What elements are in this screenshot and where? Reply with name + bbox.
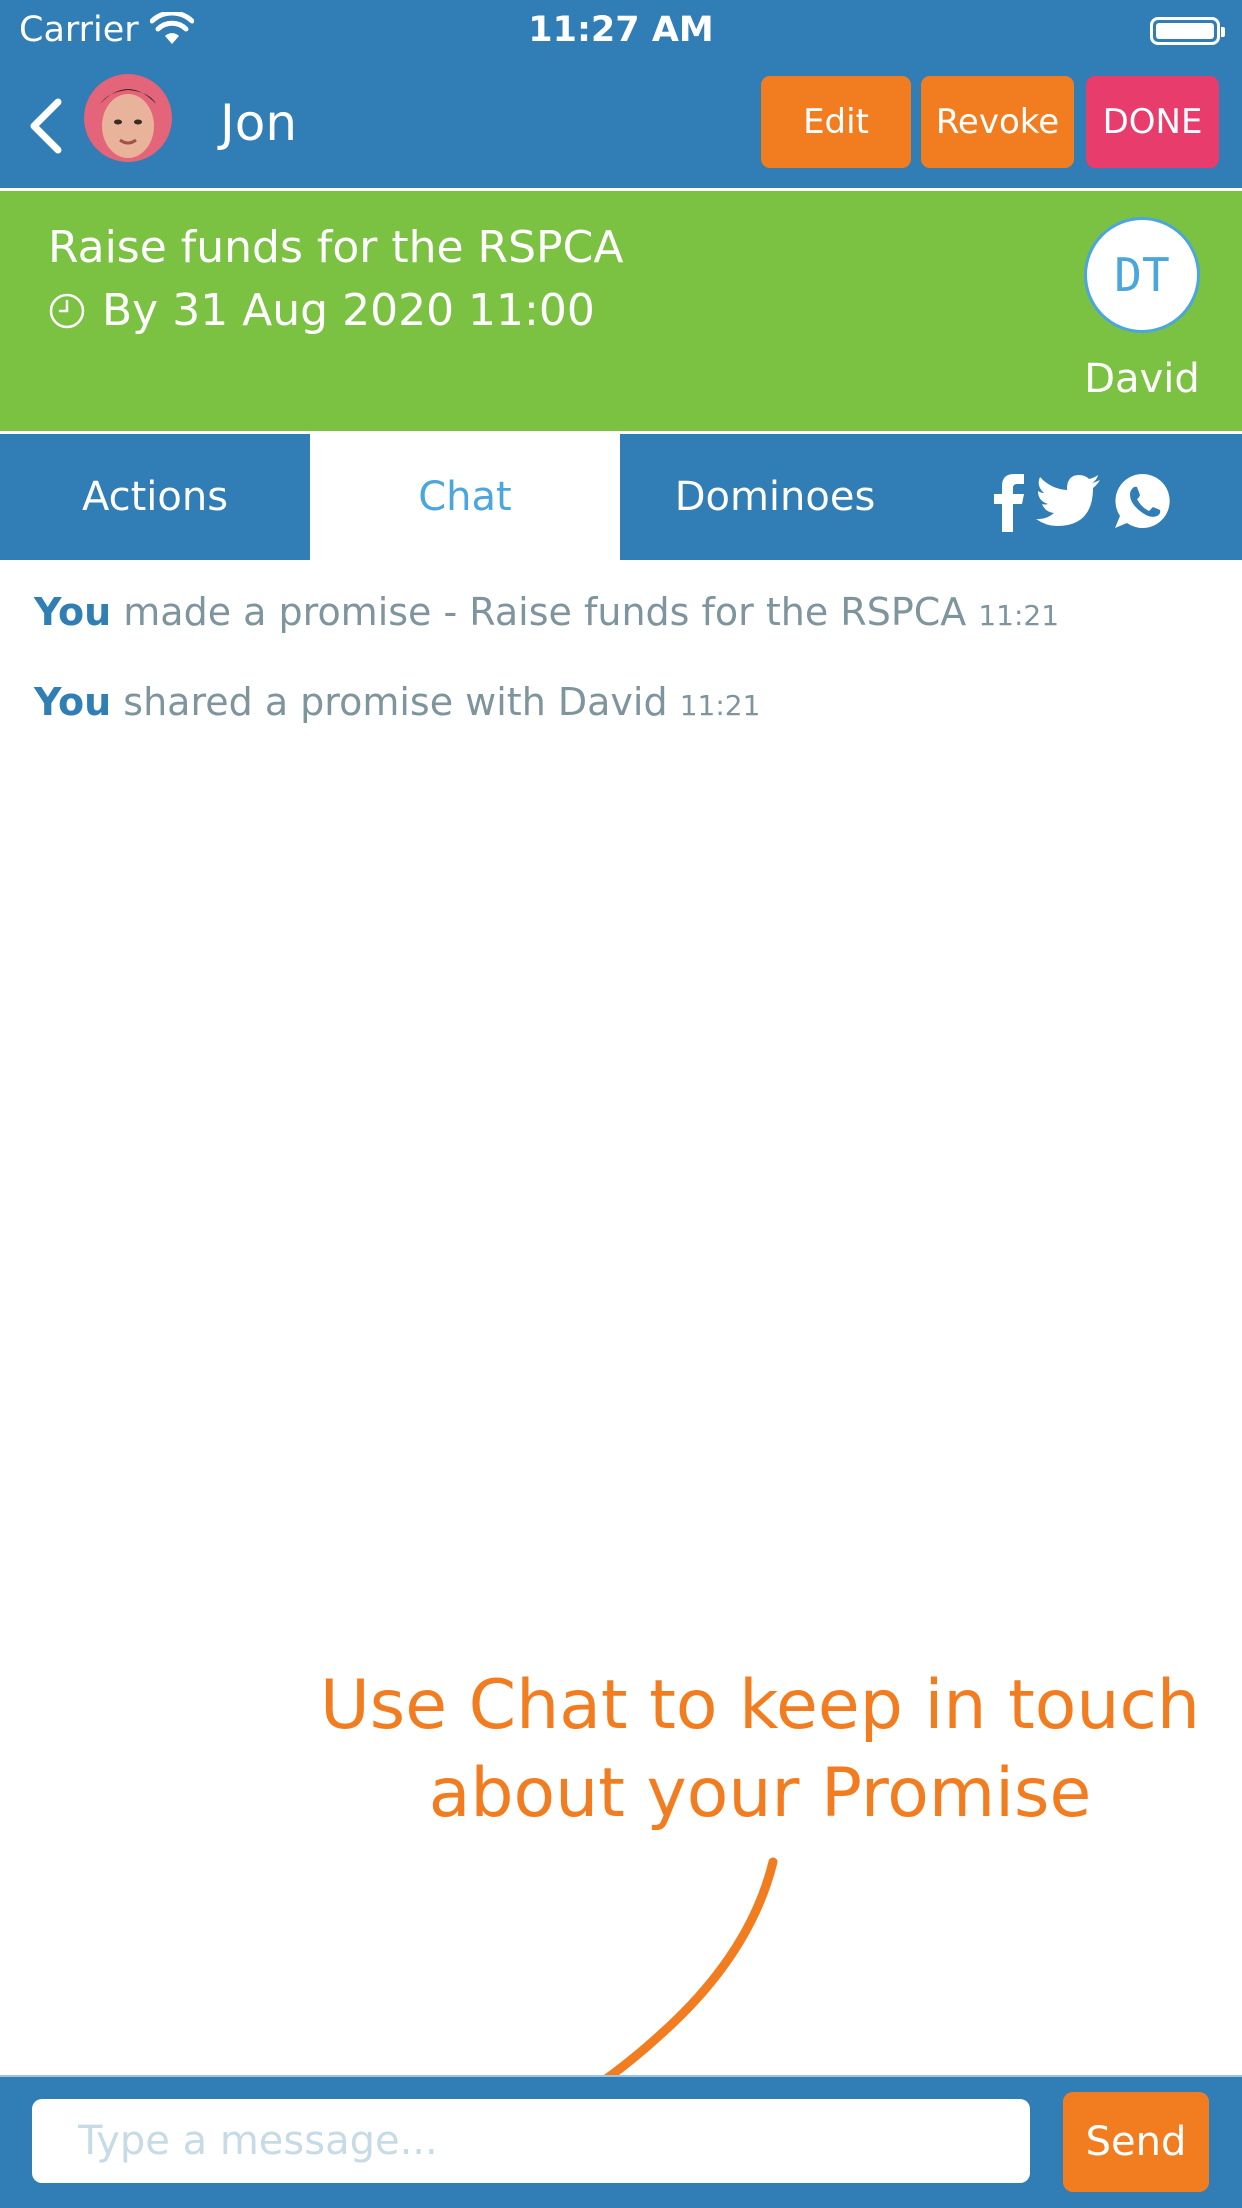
- message-sender: You: [34, 680, 112, 724]
- promise-title: Raise funds for the RSPCA: [48, 222, 624, 273]
- message-text: shared a promise with David: [123, 680, 668, 724]
- twitter-icon[interactable]: [1034, 470, 1102, 532]
- tab-chat[interactable]: Chat: [310, 434, 620, 560]
- message-time: 11:21: [978, 599, 1060, 632]
- clock-time: 11:27 AM: [528, 10, 714, 50]
- chat-message: You shared a promise with David 11:21: [34, 680, 760, 724]
- promise-deadline: By 31 Aug 2020 11:00: [48, 285, 595, 336]
- message-text: made a promise - Raise funds for the RSP…: [123, 590, 967, 634]
- callout-line-1: Use Chat to keep in touch: [320, 1666, 1200, 1745]
- chat-message: You made a promise - Raise funds for the…: [34, 590, 1059, 634]
- contact-name: Jon: [220, 94, 298, 152]
- partner-avatar[interactable]: DT: [1084, 217, 1200, 333]
- back-chevron-icon[interactable]: [26, 96, 66, 156]
- avatar[interactable]: [84, 74, 172, 162]
- facebook-icon[interactable]: [992, 470, 1026, 532]
- tab-actions[interactable]: Actions: [0, 434, 310, 560]
- message-input[interactable]: [32, 2099, 1030, 2183]
- message-time: 11:21: [679, 689, 761, 722]
- message-sender: You: [34, 590, 112, 634]
- whatsapp-icon[interactable]: [1110, 470, 1176, 532]
- clock-icon: [49, 293, 85, 328]
- deadline-text: By 31 Aug 2020 11:00: [102, 285, 595, 336]
- done-button[interactable]: DONE: [1086, 76, 1219, 168]
- callout-line-2: about your Promise: [428, 1754, 1092, 1833]
- partner-name: David: [1084, 356, 1200, 402]
- battery-icon: [1150, 17, 1225, 45]
- tab-dominoes[interactable]: Dominoes: [620, 434, 930, 560]
- tutorial-callout: Use Chat to keep in touch about your Pro…: [300, 1662, 1220, 1838]
- edit-button[interactable]: Edit: [761, 76, 911, 168]
- send-button[interactable]: Send: [1063, 2092, 1209, 2192]
- revoke-button[interactable]: Revoke: [921, 76, 1074, 168]
